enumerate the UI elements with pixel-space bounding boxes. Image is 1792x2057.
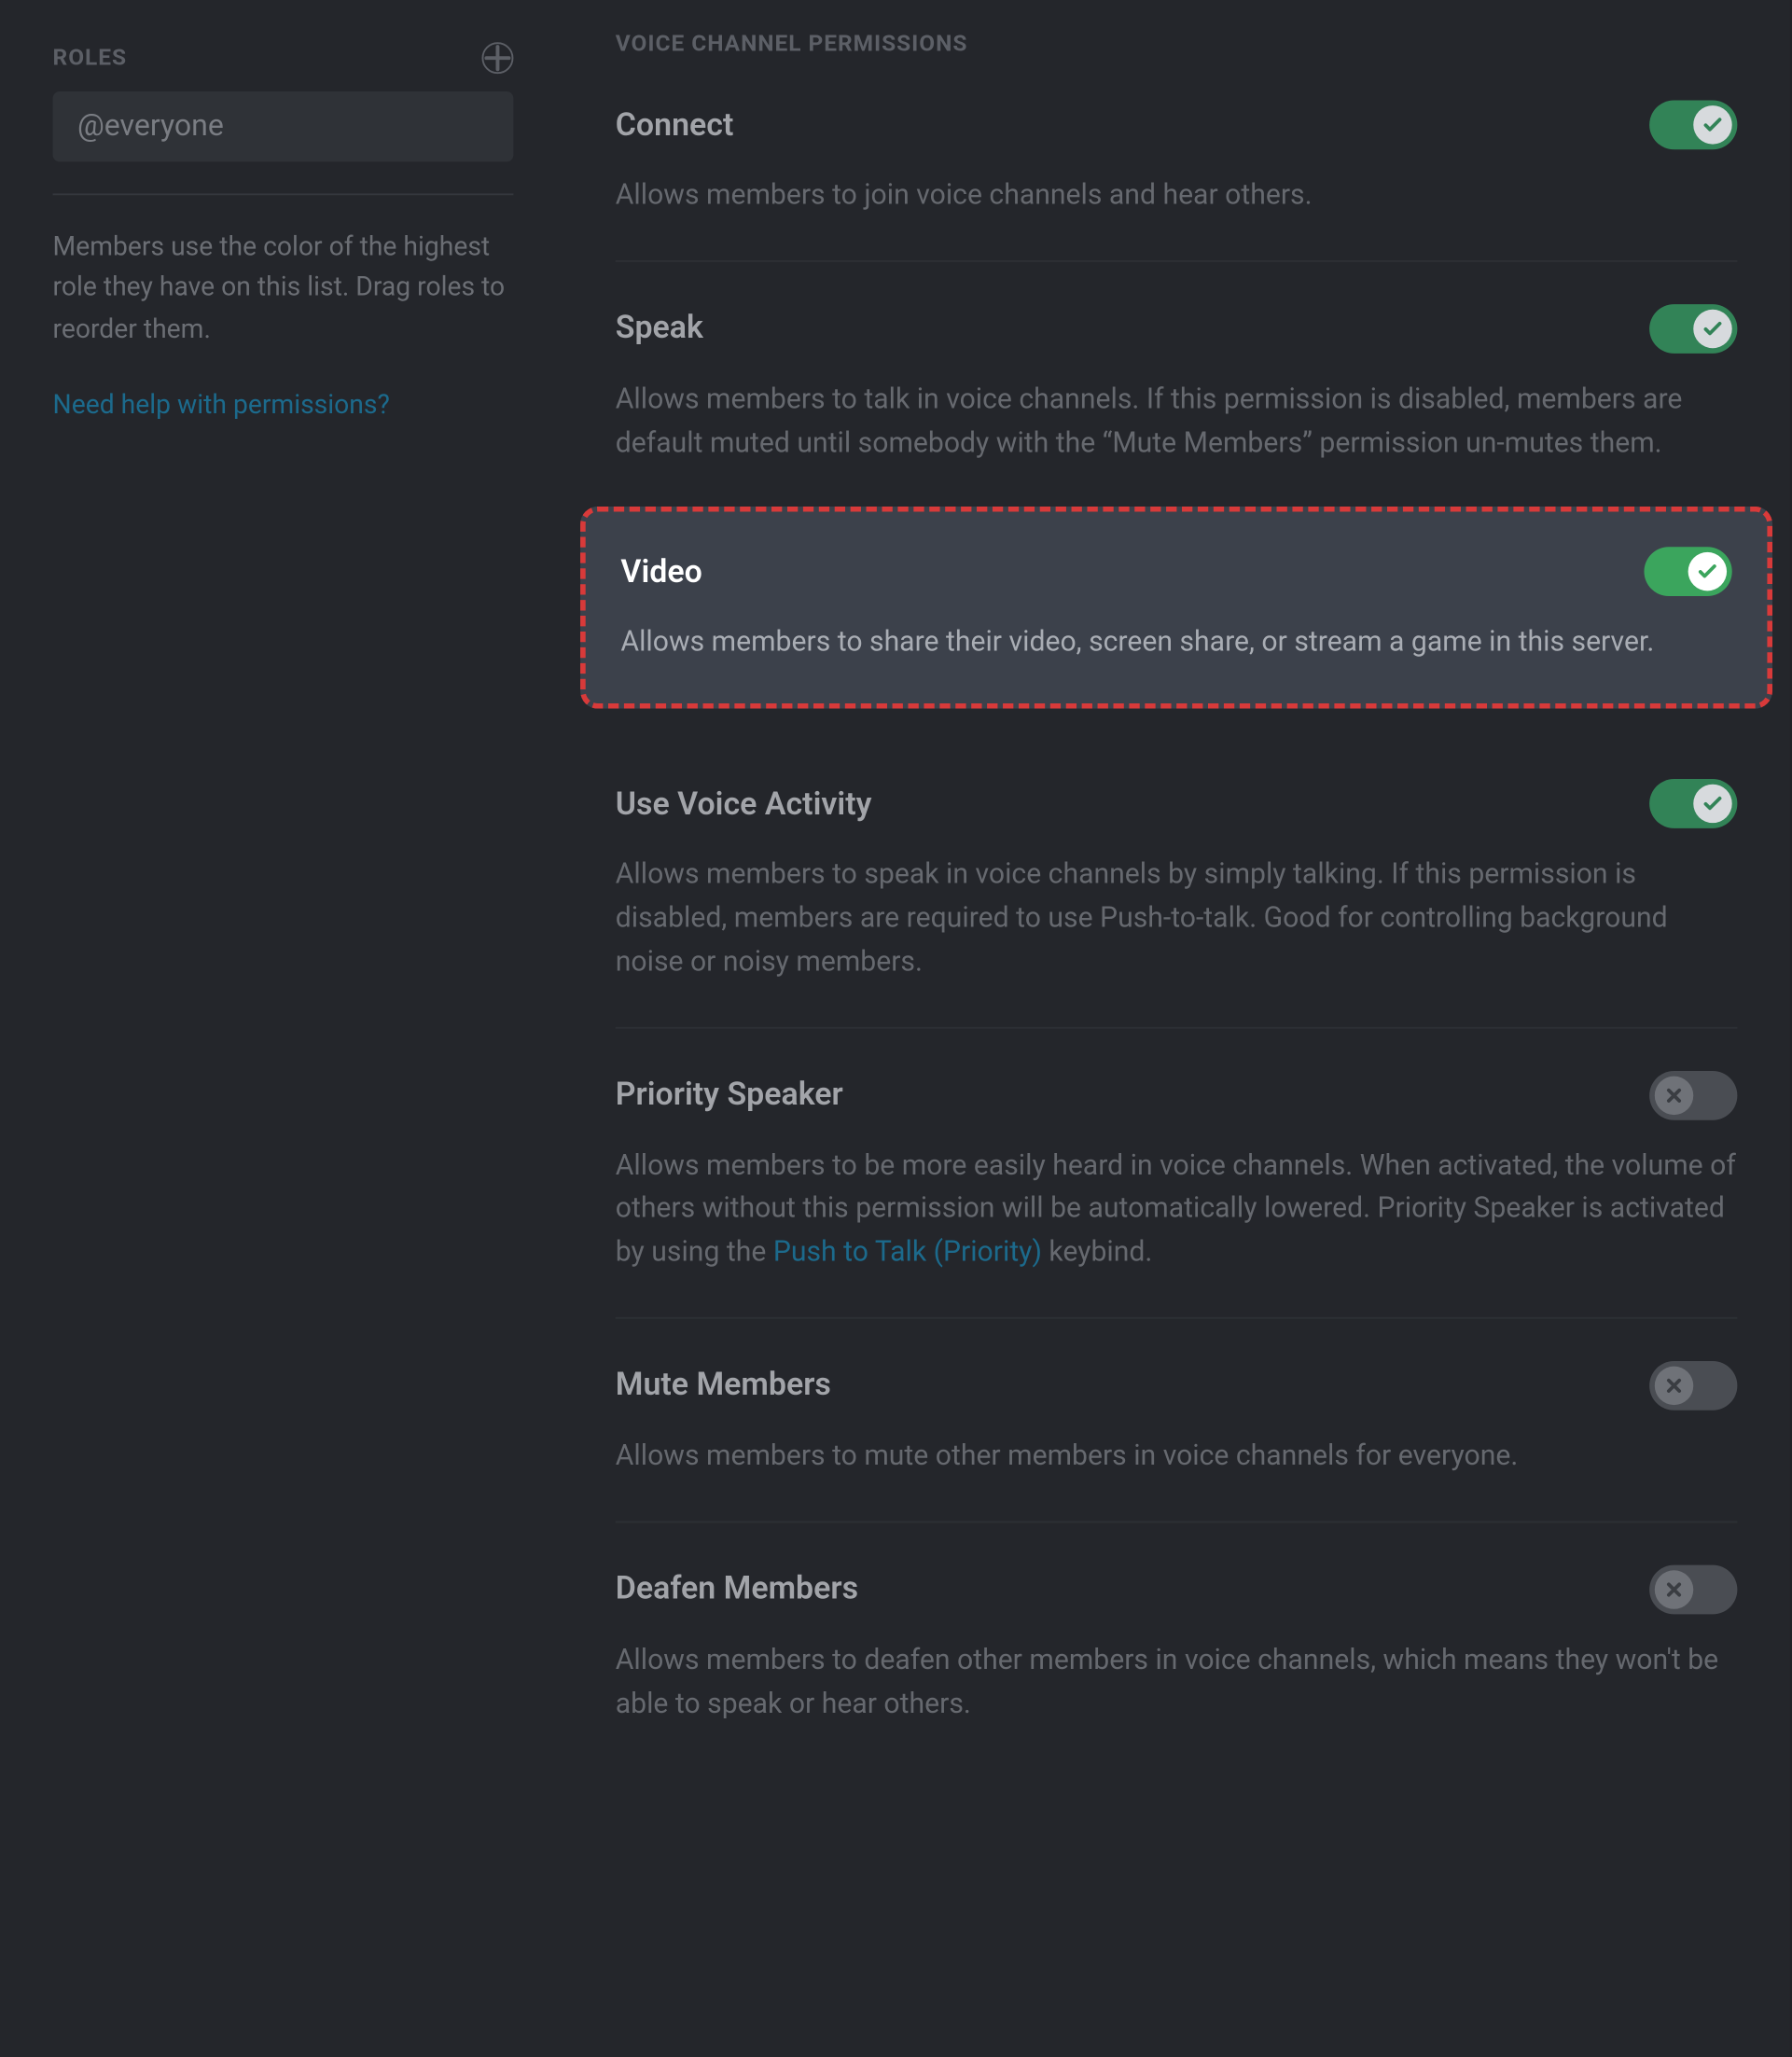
roles-sidebar: ROLES @everyone Members use the color of…	[0, 0, 563, 2057]
permission-desc: Allows members to mute other members in …	[616, 1435, 1738, 1479]
x-icon	[1655, 1076, 1693, 1114]
divider	[616, 1026, 1738, 1028]
desc-text-post: keybind.	[1042, 1235, 1152, 1269]
check-icon	[1693, 105, 1731, 144]
permission-title: Speak	[616, 310, 703, 347]
permission-title: Priority Speaker	[616, 1077, 843, 1114]
permission-header: Mute Members	[616, 1361, 1738, 1411]
permission-title: Deafen Members	[616, 1571, 858, 1608]
toggle-speak[interactable]	[1649, 304, 1737, 354]
permission-title: Video	[620, 554, 702, 591]
permission-header: Speak	[616, 304, 1738, 354]
permission-desc: Allows members to deafen other members i…	[616, 1638, 1738, 1725]
permission-desc: Allows members to speak in voice channel…	[616, 854, 1738, 984]
sidebar-header: ROLES	[53, 42, 514, 74]
toggle-deafen-members[interactable]	[1649, 1564, 1737, 1614]
toggle-priority-speaker[interactable]	[1649, 1070, 1737, 1119]
push-to-talk-priority-link[interactable]: Push to Talk (Priority)	[773, 1235, 1042, 1269]
permission-mute-members: Mute Members Allows members to mute othe…	[616, 1361, 1738, 1521]
toggle-video[interactable]	[1644, 548, 1731, 597]
permission-header: Deafen Members	[616, 1564, 1738, 1614]
section-title: VOICE CHANNEL PERMISSIONS	[616, 32, 1738, 58]
permission-header: Use Voice Activity	[616, 779, 1738, 828]
permission-desc: Allows members to talk in voice channels…	[616, 378, 1738, 465]
permission-desc: Allows members to share their video, scr…	[620, 621, 1731, 665]
x-icon	[1655, 1367, 1693, 1405]
permission-deafen-members: Deafen Members Allows members to deafen …	[616, 1564, 1738, 1768]
permission-priority-speaker: Priority Speaker Allows members to be mo…	[616, 1070, 1738, 1317]
toggle-mute-members[interactable]	[1649, 1361, 1737, 1411]
divider	[53, 193, 514, 195]
permissions-help-link[interactable]: Need help with permissions?	[53, 388, 514, 420]
permission-title: Mute Members	[616, 1368, 831, 1405]
permission-title: Use Voice Activity	[616, 785, 872, 823]
divider	[616, 1521, 1738, 1522]
permission-use-voice-activity: Use Voice Activity Allows members to spe…	[616, 779, 1738, 1026]
roles-note: Members use the color of the highest rol…	[53, 227, 514, 349]
permissions-panel: VOICE CHANNEL PERMISSIONS Connect Allows…	[563, 0, 1790, 2057]
permission-header: Connect	[616, 100, 1738, 149]
permission-title: Connect	[616, 106, 734, 144]
permission-speak: Speak Allows members to talk in voice ch…	[616, 304, 1738, 507]
sidebar-title: ROLES	[53, 45, 127, 71]
toggle-connect[interactable]	[1649, 100, 1737, 149]
permission-desc: Allows members to be more easily heard i…	[616, 1144, 1738, 1274]
permission-video-highlighted: Video Allows members to share their vide…	[580, 507, 1772, 709]
permission-header: Video	[620, 548, 1731, 597]
permission-desc: Allows members to join voice channels an…	[616, 174, 1738, 218]
check-icon	[1693, 309, 1731, 347]
check-icon	[1688, 553, 1727, 591]
role-item-everyone[interactable]: @everyone	[53, 91, 514, 161]
divider	[616, 260, 1738, 262]
permission-header: Priority Speaker	[616, 1070, 1738, 1119]
permission-connect: Connect Allows members to join voice cha…	[616, 100, 1738, 259]
toggle-use-voice-activity[interactable]	[1649, 779, 1737, 828]
divider	[616, 1317, 1738, 1319]
add-role-icon[interactable]	[481, 42, 513, 74]
x-icon	[1655, 1570, 1693, 1608]
check-icon	[1693, 785, 1731, 823]
